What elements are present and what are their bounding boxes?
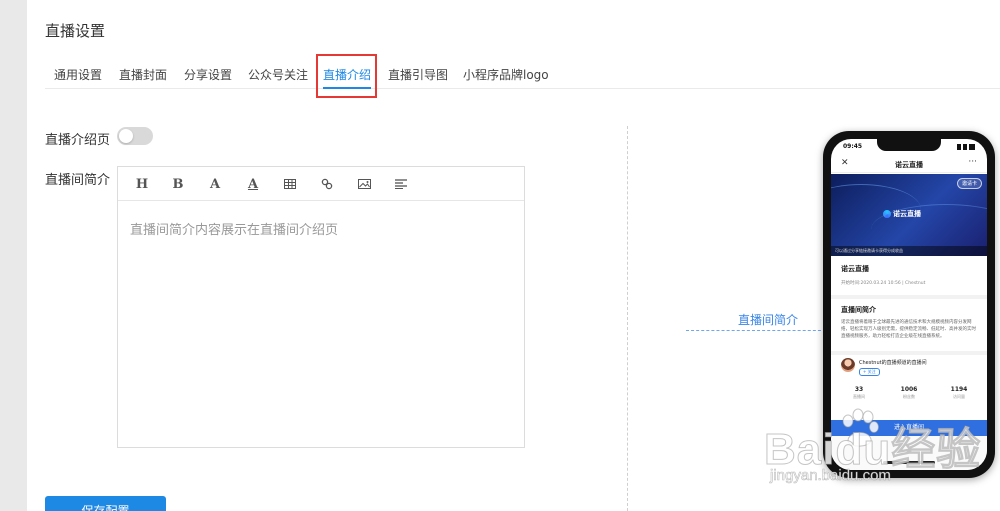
tab-live-intro[interactable]: 直播介绍 <box>323 52 372 89</box>
phone-intro-title: 直播间简介 <box>841 306 876 314</box>
intro-page-label: 直播介绍页 <box>45 133 111 148</box>
link-icon[interactable] <box>316 174 338 194</box>
phone-enter-room-button: 进入直播间 <box>831 420 987 436</box>
page-title: 直播设置 <box>45 22 106 40</box>
stat-label: 访问量 <box>953 394 965 399</box>
align-icon[interactable] <box>390 174 412 194</box>
editor-toolbar: H B A A <box>118 167 524 201</box>
editor-placeholder: 直播间简介内容展示在直播间介绍页 <box>130 223 339 238</box>
phone-separator <box>831 295 987 299</box>
phone-bottom-area <box>831 436 987 470</box>
phone-separator <box>831 351 987 355</box>
tab-live-cover[interactable]: 直播封面 <box>119 52 167 89</box>
tab-general-settings[interactable]: 通用设置 <box>54 52 102 89</box>
stat-number: 33 <box>854 386 864 393</box>
phone-nav-title: 诺云直播 <box>895 161 923 169</box>
avatar <box>841 358 855 372</box>
phone-room-name: 诺云直播 <box>841 265 869 273</box>
phone-intro-text: 诺云直播将着眼于全球最先进的通信技术和大规模视频内容分发网络，轻松实现万人级别无… <box>841 320 976 339</box>
phone-home-indicator <box>883 461 935 464</box>
bold-icon[interactable]: B <box>167 174 189 194</box>
preview-callout-line <box>686 330 826 331</box>
left-sidebar-gutter <box>0 0 27 511</box>
phone-time: 09:45 <box>843 143 863 150</box>
stat-label: 粉丝数 <box>903 394 915 399</box>
room-intro-label: 直播间简介 <box>45 173 111 188</box>
stat-label: 直播间 <box>853 394 865 399</box>
font-size-icon[interactable]: A <box>204 174 226 194</box>
tab-share-settings[interactable]: 分享设置 <box>184 52 232 89</box>
stat-number: 1006 <box>900 386 918 393</box>
phone-screen: 09:45 ✕ 诺云直播 ··· 邀请卡 诺云直播 可以通过分享链接邀请卡获得分… <box>831 139 987 470</box>
more-icon: ··· <box>968 157 977 167</box>
phone-banner: 邀请卡 诺云直播 可以通过分享链接邀请卡获得分成收益 <box>831 174 987 256</box>
signal-icon <box>957 144 975 150</box>
phone-nav-bar: ✕ 诺云直播 ··· <box>831 155 987 173</box>
phone-follow-button: + 关注 <box>859 368 880 376</box>
stat-number: 1194 <box>950 386 968 393</box>
phone-start-time: 开始时间:2020.03.24 10:56 | Chestnut <box>841 281 926 286</box>
save-config-button[interactable]: 保存配置 <box>45 496 166 511</box>
settings-tabs: 通用设置 直播封面 分享设置 公众号关注 直播介绍 直播引导图 小程序品牌log… <box>45 52 1000 98</box>
phone-share-badge: 邀请卡 <box>956 178 982 189</box>
preview-divider <box>627 126 628 511</box>
banner-logo-text: 诺云直播 <box>893 210 921 218</box>
phone-notch <box>877 139 941 151</box>
logo-icon <box>883 210 891 218</box>
tab-miniprogram-brand-logo[interactable]: 小程序品牌logo <box>463 52 549 89</box>
phone-channel-name: Chestnut的直播频道的直播间 <box>859 360 927 366</box>
table-icon[interactable] <box>279 174 301 194</box>
tab-official-account-follow[interactable]: 公众号关注 <box>248 52 308 89</box>
toggle-knob <box>119 129 133 143</box>
image-icon[interactable] <box>353 174 375 194</box>
font-color-icon[interactable]: A <box>242 174 264 194</box>
phone-stat: 1194 访问量 <box>939 386 979 400</box>
intro-page-toggle[interactable] <box>117 127 153 145</box>
banner-logo: 诺云直播 <box>883 209 921 219</box>
banner-note: 可以通过分享链接邀请卡获得分成收益 <box>831 246 987 256</box>
tab-live-guide-image[interactable]: 直播引导图 <box>388 52 448 89</box>
phone-stat: 33 直播间 <box>839 386 879 400</box>
phone-preview: 09:45 ✕ 诺云直播 ··· 邀请卡 诺云直播 可以通过分享链接邀请卡获得分… <box>823 131 995 478</box>
heading-icon[interactable]: H <box>131 174 153 194</box>
preview-callout-label: 直播间简介 <box>738 313 799 327</box>
phone-stat: 1006 粉丝数 <box>889 386 929 400</box>
rich-text-editor: H B A A 直播间简介内容展示在直播间介绍页 <box>117 166 525 448</box>
editor-content-area[interactable]: 直播间简介内容展示在直播间介绍页 <box>118 202 524 447</box>
